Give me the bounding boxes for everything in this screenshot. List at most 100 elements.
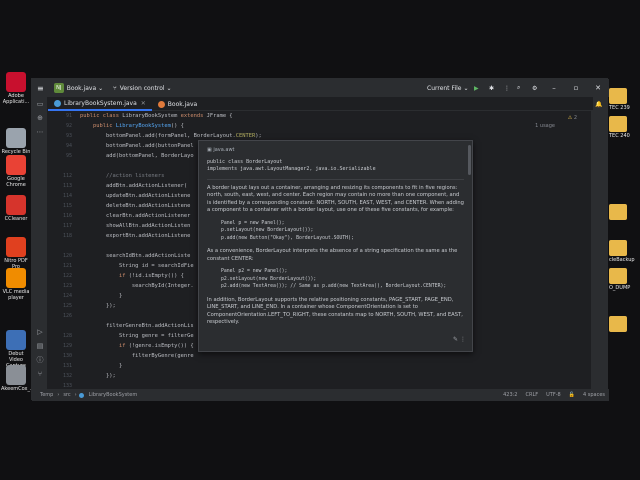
close-icon[interactable]: ✕ [141,100,146,107]
code-token: extends [180,113,207,119]
code-token: LibraryBookSystem [122,113,181,119]
code-token: bottomPanel.add(formPanel, BorderLayout. [80,133,236,139]
close-button[interactable]: ✕ [587,79,609,97]
line-ending[interactable]: CRLF [526,392,539,398]
folder-icon [609,316,627,332]
settings-icon[interactable]: ⚙ [527,79,542,97]
plugins-icon[interactable]: ⊕ [32,111,48,125]
status-bar: Temp › src › LibraryBookSystem 423:2 CRL… [32,389,609,401]
code-token: searchIdBtn.addActionListe [80,253,191,259]
code-example: Panel p2 = new Panel(); p2.setLayout(new … [221,268,464,291]
run-tool-icon[interactable]: ▷ [32,325,48,339]
code-token: exportBtn.addActionListene [80,233,191,239]
line-number: 94 [65,143,72,149]
line-number: 112 [62,173,72,179]
desktop-folder[interactable]: TEC 240 [609,116,639,139]
minimize-button[interactable]: – [543,79,565,97]
notifications-icon[interactable]: 🔔 [591,101,607,108]
warning-count: 2 [573,115,577,121]
desktop-folder[interactable]: TEC 239 [609,88,639,111]
folder-icon [609,88,627,104]
folder-icon[interactable]: ▭ [32,97,48,111]
vlc-icon [6,268,26,288]
line-number: 120 [62,253,72,259]
debug-button[interactable]: ✱ [484,79,499,97]
chrome-icon [6,155,26,175]
code-token: } [80,363,123,369]
caret-position[interactable]: 423:2 [503,392,517,398]
desktop-folder[interactable]: cleBackup [609,240,639,263]
package-icon: ▣ [207,147,212,153]
desktop-folder[interactable] [609,204,639,221]
usages-hint[interactable]: 1 usage [535,123,555,129]
signature-line: implements java.awt.LayoutManager2, java… [207,166,376,172]
maximize-button[interactable]: ▫ [565,79,587,97]
code-token: showAllBtn.addActionListen [80,223,191,229]
main-menu-button[interactable]: ≡ [32,79,49,97]
line-number: 91 [65,113,72,119]
code-token: updateBtn.addActionListene [80,193,191,199]
breadcrumb-src[interactable]: src [61,392,72,398]
breadcrumb-project[interactable]: Temp [38,392,55,398]
desktop-folder[interactable]: O_DUMP [609,268,639,291]
desktop-shortcut[interactable]: Google Chrome [1,155,31,188]
code-token: LibraryBookSystem [115,123,171,129]
desktop-shortcut[interactable]: CCleaner [1,195,31,222]
edit-icon[interactable]: ✎ [453,336,458,343]
code-example-line: Panel p = new Panel(); [221,220,285,226]
version-control-menu[interactable]: ⑂ Version control ⌄ [108,79,176,97]
warnings-indicator[interactable]: ⚠ 2 [568,115,577,121]
folder-icon [609,116,627,132]
more-icon[interactable]: ⋮ [460,336,466,343]
line-number [48,241,76,251]
file-encoding[interactable]: UTF-8 [546,392,561,398]
search-icon[interactable]: ⌕ [512,79,525,97]
code-token: filterByGenre(genre [80,353,194,359]
code-example-line: Panel p2 = new Panel(); [221,269,288,274]
desktop-folder-label: cleBackup [609,257,635,263]
code-line[interactable]: public class LibraryBookSystem extends J… [80,111,590,121]
scrollbar[interactable] [468,145,471,175]
lock-icon[interactable]: 🔓 [569,392,575,398]
desktop-shortcut[interactable]: Recycle Bin [1,128,31,155]
version-control-label: Version control [119,84,165,92]
project-selector[interactable]: NJ Book.java ⌄ [49,79,108,97]
code-token: (!id.isEmpty()) { [128,273,184,279]
code-line[interactable]: public LibraryBookSystem() { [80,121,590,131]
run-config-selector[interactable]: Current File ⌄ [422,79,474,97]
signature-line: public class BorderLayout [207,158,283,165]
tab-librarybooksystem[interactable]: LibraryBookSystem.java ✕ [48,97,152,111]
left-tool-strip: ▭ ⊕ ⋯ ▷ ▤ ⓘ ⑂ [32,97,48,391]
code-example-line: p.add(new Button("Okay"), BorderLayout.S… [221,235,354,241]
problems-icon[interactable]: ⓘ [32,353,48,367]
tab-book[interactable]: Book.java [152,97,203,111]
code-token: if [80,343,129,349]
desktop-shortcut[interactable]: Nitro PDF Pro [1,237,31,270]
code-token: public [80,123,116,129]
breadcrumb-file[interactable]: LibraryBookSystem [87,392,140,398]
code-line[interactable]: filterByGenre(genre [80,351,590,361]
run-button[interactable]: ▶ [469,79,484,97]
code-line[interactable]: } [80,361,590,371]
code-token: add(bottomPanel, BorderLayo [80,153,194,159]
chevron-down-icon: ⌄ [463,84,469,92]
git-icon[interactable]: ⑂ [32,367,48,381]
doc-actions: ✎ ⋮ [453,336,466,344]
code-token: filterGenreBtn.addActionLis [80,323,194,329]
code-example-line: p2.add(new TextArea()); // Same as p.add… [221,284,447,289]
tab-label: Book.java [167,100,198,108]
code-line[interactable]: }); [80,371,590,381]
code-token: (!genre.isEmpty()) { [128,343,194,349]
recycle-bin-icon [6,128,26,148]
line-number: 116 [62,213,72,219]
code-token: searchById(Integer. [80,283,194,289]
desktop-shortcut[interactable]: VLC media player [1,268,31,301]
doc-signature: public class BorderLayout implements jav… [207,159,464,174]
desktop-shortcut[interactable]: AkeemCox_... [1,365,35,392]
more-icon[interactable]: ⋯ [32,125,48,139]
desktop-folder[interactable] [609,316,639,333]
terminal-icon[interactable]: ▤ [32,339,48,353]
indent-setting[interactable]: 4 spaces [583,392,605,398]
code-token: }); [80,303,116,309]
desktop-shortcut[interactable]: Adobe Applicati... [1,72,31,105]
